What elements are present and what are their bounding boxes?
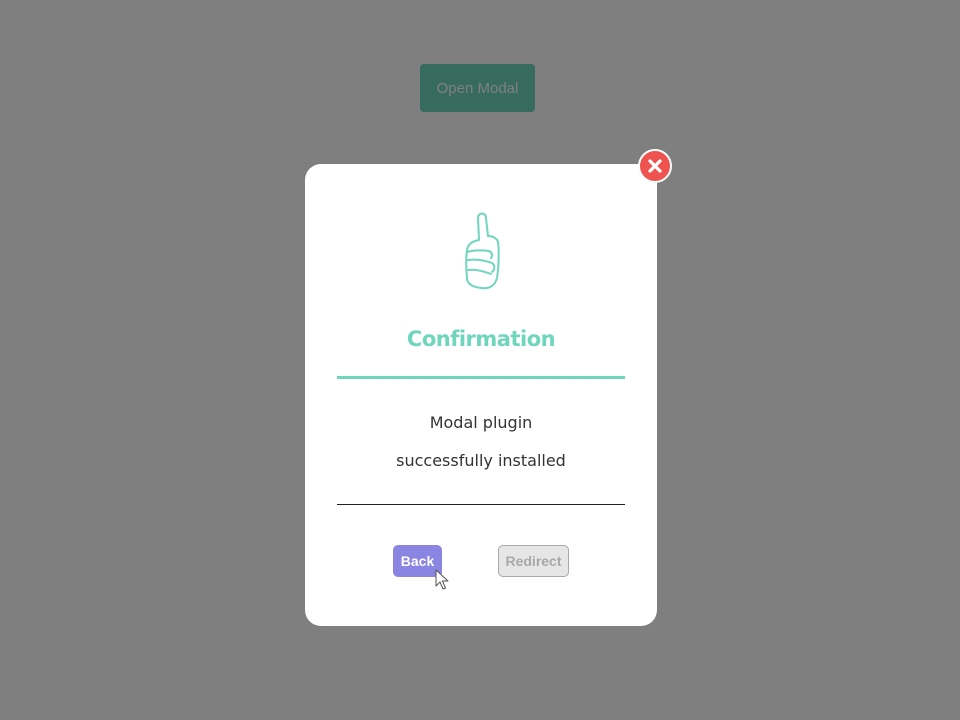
thumbs-up-icon [465, 212, 500, 290]
close-icon [648, 159, 662, 173]
close-button[interactable] [638, 149, 672, 183]
modal-title: Confirmation [406, 327, 556, 351]
message-line-2: successfully installed [396, 451, 566, 470]
message-line-1: Modal plugin [429, 413, 533, 432]
confirmation-modal: Confirmation Modal plugin successfully i… [305, 164, 657, 626]
page: Open Modal Confirmation Modal plugin suc… [0, 0, 960, 720]
body-divider [337, 504, 625, 505]
redirect-button[interactable]: Redirect [498, 545, 569, 577]
back-button[interactable]: Back [393, 545, 442, 577]
title-divider [337, 376, 625, 379]
